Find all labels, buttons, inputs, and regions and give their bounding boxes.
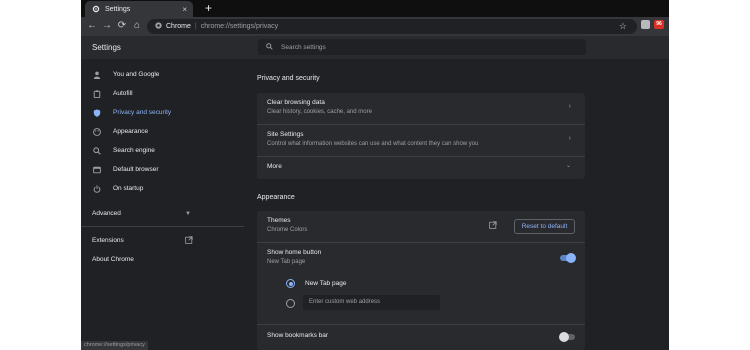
row-subtitle: Clear history, cookies, cache, and more (267, 109, 372, 115)
reload-button[interactable]: ⟳ (116, 20, 128, 32)
clipboard-icon (93, 89, 101, 98)
browser-icon (93, 166, 101, 174)
sidebar-item-appearance[interactable]: Appearance (81, 122, 244, 141)
bookmark-star-icon[interactable]: ☆ (619, 21, 627, 32)
palette-icon (93, 127, 101, 136)
search-bar-area: Search settings (244, 36, 669, 59)
sidebar-item-privacy-and-security[interactable]: Privacy and security (81, 103, 244, 122)
close-tab-icon[interactable]: × (182, 5, 187, 14)
row-subtitle: New Tab page (267, 259, 306, 265)
site-name: Chrome (166, 23, 191, 30)
shield-icon (93, 108, 101, 117)
status-bar: chrome://settings/privacy (81, 341, 148, 350)
row-title: Show home button (267, 249, 322, 256)
tab-strip: Settings × + (81, 0, 669, 17)
page-title: Settings (92, 43, 121, 52)
radio-label: New Tab page (305, 280, 347, 287)
toolbar: ← → ⟳ ⌂ Chrome | chrome://settings/priva… (81, 17, 669, 36)
search-icon (266, 42, 273, 52)
person-icon (93, 71, 101, 79)
themes-row[interactable]: Themes Chrome Colors Reset to default (257, 211, 585, 242)
privacy-card: Clear browsing data Clear history, cooki… (257, 93, 585, 179)
home-button-toggle[interactable] (560, 253, 576, 263)
profile-badge-icon[interactable]: 96 (654, 20, 664, 29)
sidebar-item-default-browser[interactable]: Default browser (81, 160, 244, 179)
site-settings-row[interactable]: Site Settings Control what information w… (257, 125, 585, 156)
custom-address-input[interactable]: Enter custom web address (303, 295, 440, 310)
main-content: Privacy and security Clear browsing data… (244, 59, 669, 350)
url-separator: | (194, 23, 197, 30)
bookmarks-bar-toggle[interactable] (559, 332, 575, 342)
section-title-appearance: Appearance (257, 194, 295, 201)
reset-to-default-button[interactable]: Reset to default (514, 219, 575, 234)
settings-header: Settings (81, 36, 244, 59)
chevron-down-icon: ⌄ (565, 163, 571, 169)
about-label: About Chrome (92, 256, 134, 263)
show-bookmarks-bar-row: Show bookmarks bar (257, 325, 585, 350)
advanced-label: Advanced (92, 210, 121, 217)
row-subtitle: Control what information websites can us… (267, 141, 479, 147)
row-title: Show bookmarks bar (267, 332, 329, 339)
sidebar-item-search-engine[interactable]: Search engine (81, 141, 244, 160)
toggle-knob (566, 253, 576, 263)
forward-button[interactable]: → (101, 20, 113, 32)
sidebar-divider (81, 226, 244, 227)
new-tab-button[interactable]: + (205, 1, 212, 15)
toggle-knob (559, 332, 569, 342)
home-button[interactable]: ⌂ (131, 20, 143, 32)
sidebar-extensions[interactable]: Extensions (81, 231, 244, 250)
clear-browsing-data-row[interactable]: Clear browsing data Clear history, cooki… (257, 93, 585, 124)
custom-address-radio[interactable] (286, 299, 295, 308)
chrome-icon (155, 22, 162, 31)
sidebar-item-label: Search engine (113, 147, 155, 154)
radio-dot (288, 281, 293, 286)
sidebar-item-you-and-google[interactable]: You and Google (81, 65, 244, 84)
sidebar-advanced[interactable]: Advanced ▼ (81, 204, 244, 223)
chevron-right-icon: › (568, 103, 571, 110)
sidebar-item-label: Appearance (113, 128, 149, 135)
more-row[interactable]: More ⌄ (257, 157, 585, 179)
row-title: Themes (267, 217, 291, 224)
open-in-new-icon (185, 235, 193, 246)
tab-title: Settings (105, 5, 131, 13)
sidebar-item-on-startup[interactable]: On startup (81, 179, 244, 198)
search-placeholder: Search settings (281, 43, 326, 51)
extensions-label: Extensions (92, 237, 124, 244)
row-subtitle: Chrome Colors (267, 227, 308, 233)
extension-icon[interactable] (641, 20, 650, 29)
appearance-card: Themes Chrome Colors Reset to default Sh… (257, 211, 585, 350)
radio-new-tab-row[interactable]: New Tab page (257, 271, 585, 290)
sidebar-item-autofill[interactable]: Autofill (81, 84, 244, 103)
new-tab-radio[interactable] (286, 279, 295, 288)
row-title: Site Settings (267, 131, 304, 138)
address-bar[interactable]: Chrome | chrome://settings/privacy ☆ (147, 19, 637, 34)
search-icon (93, 146, 101, 155)
radio-custom-row: Enter custom web address (257, 293, 585, 313)
sidebar-item-label: You and Google (113, 71, 160, 78)
sidebar-item-label: Autofill (113, 90, 133, 97)
sidebar: You and Google Autofill Privacy and secu… (81, 59, 244, 350)
url-text: chrome://settings/privacy (200, 23, 279, 30)
row-title: More (267, 163, 282, 170)
show-home-button-row: Show home button New Tab page (257, 243, 585, 271)
back-button[interactable]: ← (86, 20, 98, 32)
sidebar-item-label: Default browser (113, 166, 159, 173)
sidebar-item-label: Privacy and security (113, 109, 172, 116)
chevron-down-icon: ▼ (185, 210, 191, 217)
browser-window: Settings × + ← → ⟳ ⌂ Chrome | chrome://s… (81, 0, 669, 350)
chevron-right-icon: › (568, 135, 571, 142)
sidebar-about-chrome[interactable]: About Chrome (81, 250, 244, 269)
sidebar-item-label: On startup (113, 185, 144, 192)
section-title-privacy: Privacy and security (257, 75, 320, 82)
row-title: Clear browsing data (267, 99, 325, 106)
power-icon (93, 184, 101, 193)
open-in-new-icon[interactable] (489, 221, 497, 231)
gear-icon (91, 5, 100, 14)
tab-settings[interactable]: Settings × (85, 1, 193, 17)
search-input[interactable]: Search settings (258, 39, 586, 55)
